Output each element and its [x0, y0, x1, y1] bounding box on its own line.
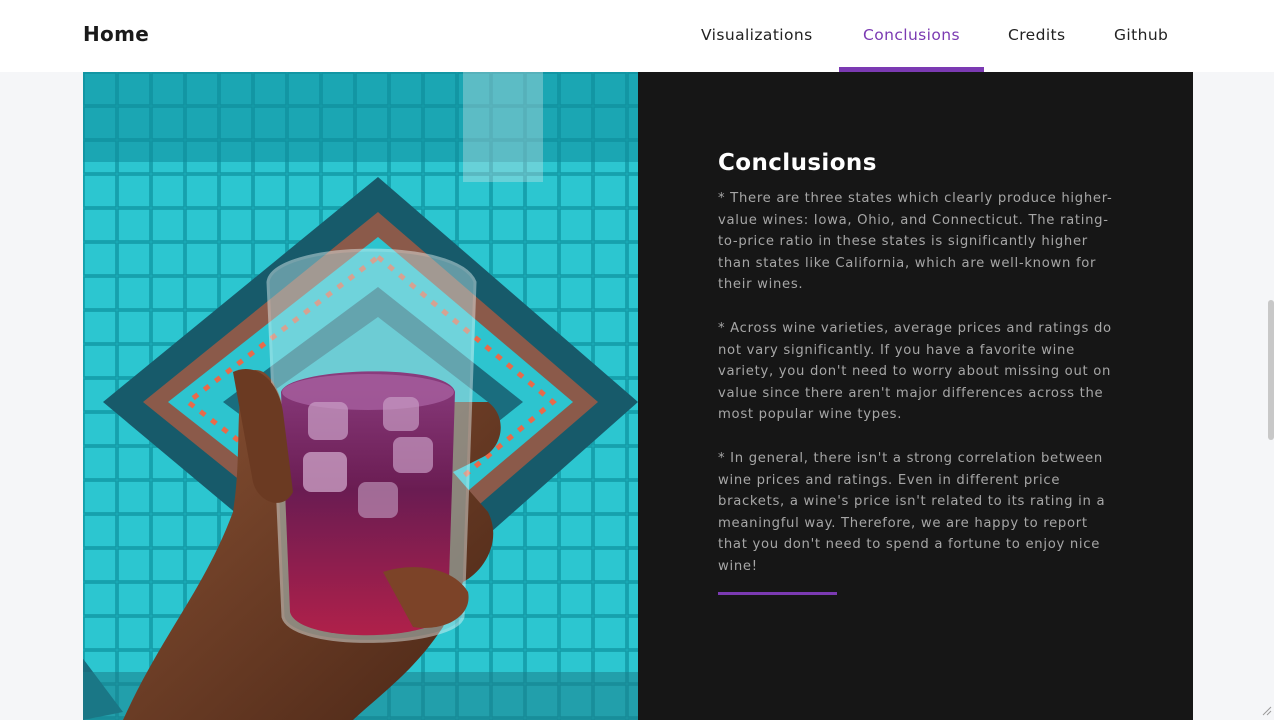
nav-link-conclusions[interactable]: Conclusions: [863, 26, 960, 44]
conclusions-panel: Conclusions * There are three states whi…: [638, 72, 1193, 720]
accent-divider: [718, 592, 837, 595]
photo-hand-holding-drink-over-pool-icon: [83, 72, 638, 720]
resize-grip-icon[interactable]: [1262, 706, 1272, 716]
conclusion-paragraph-2: * Across wine varieties, average prices …: [718, 321, 1112, 423]
conclusion-paragraph-1: * There are three states which clearly p…: [718, 191, 1113, 293]
top-navbar: Home Visualizations Conclusions Credits …: [0, 0, 1274, 72]
conclusions-title: Conclusions: [718, 150, 877, 176]
conclusion-paragraph-3: * In general, there isn't a strong corre…: [718, 451, 1106, 574]
nav-link-visualizations[interactable]: Visualizations: [701, 26, 813, 44]
home-link[interactable]: Home: [83, 22, 149, 46]
hero-photo: [83, 72, 638, 720]
nav-link-github[interactable]: Github: [1114, 26, 1168, 44]
nav-link-credits[interactable]: Credits: [1008, 26, 1066, 44]
page-scrollbar[interactable]: [1268, 300, 1274, 440]
